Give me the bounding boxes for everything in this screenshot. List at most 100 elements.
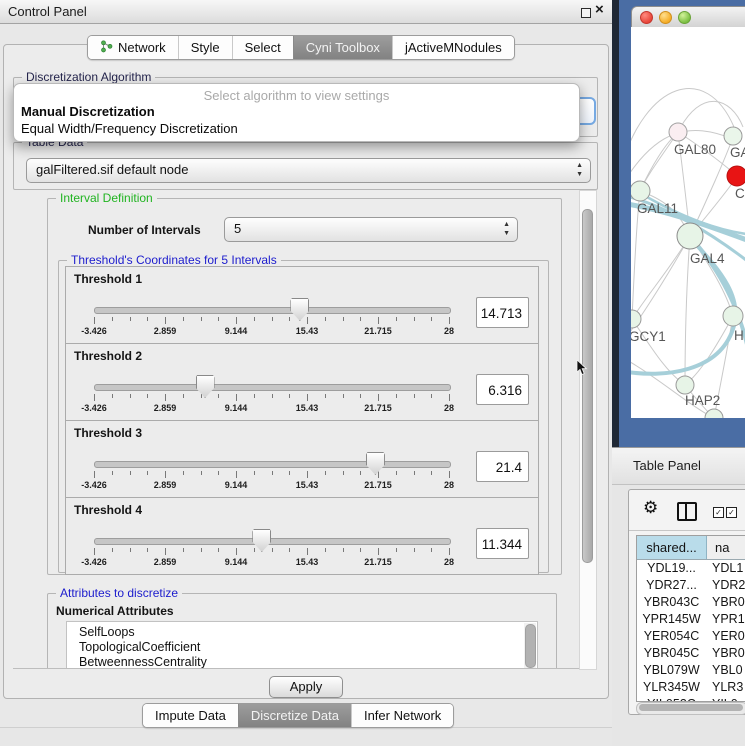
tick-label: 2.859 xyxy=(143,326,187,336)
network-node-gal11[interactable] xyxy=(631,181,650,201)
network-canvas[interactable]: GAL80GACGAL11GAL4GCY1HHAP2 xyxy=(631,27,745,418)
network-node-ga[interactable] xyxy=(724,127,742,145)
tab-style[interactable]: Style xyxy=(178,36,232,59)
tick xyxy=(236,471,237,478)
node-attribute-table[interactable]: shared... na YDL19...YDL1YDR27...YDR2YBR… xyxy=(636,535,745,702)
table-row[interactable]: YBL079WYBL0 xyxy=(637,662,745,679)
numerical-attributes-list[interactable]: SelfLoopsTopologicalCoefficientBetweenne… xyxy=(66,621,538,669)
threshold-value-field[interactable]: 11.344 xyxy=(476,528,529,559)
control-panel-titlebar: Control Panel × xyxy=(0,0,612,24)
tab-label: Style xyxy=(191,40,220,55)
attributes-list-scrollbar[interactable] xyxy=(524,623,536,669)
panel-divider[interactable] xyxy=(612,0,619,447)
checkbox-icon[interactable]: ✓ xyxy=(726,507,737,518)
slider-track[interactable] xyxy=(94,461,451,468)
table-row[interactable]: YBR043CYBR0 xyxy=(637,594,745,611)
threshold-value-field[interactable]: 6.316 xyxy=(476,374,529,405)
slider-track[interactable] xyxy=(94,538,451,545)
number-of-intervals-combobox[interactable]: 5 ▲▼ xyxy=(224,217,518,242)
slider-thumb[interactable] xyxy=(366,452,385,475)
network-node[interactable] xyxy=(705,409,723,418)
cell-shared-name[interactable]: YDL19... xyxy=(637,560,706,577)
tick xyxy=(165,548,166,555)
threshold-value-field[interactable]: 14.713 xyxy=(476,297,529,328)
tick xyxy=(307,317,308,324)
cell-shared-name[interactable]: YBR045C xyxy=(637,645,706,662)
panel-scrollbar-thumb[interactable] xyxy=(582,209,593,563)
table-row[interactable]: YBR045CYBR0 xyxy=(637,645,745,662)
tick xyxy=(147,394,148,398)
cell-name[interactable]: YDL1 xyxy=(706,560,745,577)
tab-network[interactable]: Network xyxy=(88,36,178,59)
column-header-shared-name[interactable]: shared... xyxy=(637,536,707,559)
network-node-gcy1[interactable] xyxy=(631,310,641,328)
network-node-c[interactable] xyxy=(727,166,745,186)
cell-shared-name[interactable]: YDR27... xyxy=(637,577,706,594)
tick-label: 21.715 xyxy=(356,480,400,490)
tab-jactivemnodules[interactable]: jActiveMNodules xyxy=(392,36,514,59)
cell-shared-name[interactable]: YPR145W xyxy=(637,611,706,628)
gear-icon[interactable]: ⚙ xyxy=(643,498,658,518)
network-node-gal80[interactable] xyxy=(669,123,687,141)
slider-track[interactable] xyxy=(94,384,451,391)
cell-shared-name[interactable]: YER054C xyxy=(637,628,706,645)
dropdown-option-equal-width-frequency-discretization[interactable]: Equal Width/Frequency Discretization xyxy=(17,121,242,136)
table-hscrollbar-thumb[interactable] xyxy=(639,704,743,711)
float-window-icon[interactable] xyxy=(581,8,591,18)
slider-track[interactable] xyxy=(94,307,451,314)
cell-shared-name[interactable]: YBR043C xyxy=(637,594,706,611)
tick xyxy=(360,394,361,398)
slider-thumb[interactable] xyxy=(252,529,271,552)
attributes-scrollbar-thumb[interactable] xyxy=(525,624,536,668)
tab-label: Discretize Data xyxy=(251,708,339,723)
checkbox-icon[interactable]: ✓ xyxy=(713,507,724,518)
tab-select[interactable]: Select xyxy=(232,36,293,59)
table-row[interactable]: YPR145WYPR1 xyxy=(637,611,745,628)
tick xyxy=(307,394,308,401)
zoom-window-button[interactable] xyxy=(678,11,691,24)
close-icon[interactable]: × xyxy=(595,1,604,18)
tab-discretize-data[interactable]: Discretize Data xyxy=(238,704,351,727)
list-item-selfloops[interactable]: SelfLoops xyxy=(67,625,537,640)
table-row[interactable]: YER054CYER0 xyxy=(637,628,745,645)
list-item-betweennesscentrality[interactable]: BetweennessCentrality xyxy=(67,655,537,669)
tick xyxy=(272,394,273,398)
close-window-button[interactable] xyxy=(640,11,653,24)
tick-label: 28 xyxy=(427,557,471,567)
split-column-icon[interactable] xyxy=(677,502,697,521)
threshold-value-field[interactable]: 21.4 xyxy=(476,451,529,482)
tab-cyni-toolbox[interactable]: Cyni Toolbox xyxy=(293,36,392,59)
tick xyxy=(201,548,202,552)
tick xyxy=(272,317,273,321)
network-node-h[interactable] xyxy=(723,306,743,326)
tab-label: Impute Data xyxy=(155,708,226,723)
table-row[interactable]: YLR345WYLR3 xyxy=(637,679,745,696)
tick-label: 15.43 xyxy=(285,480,329,490)
cell-name[interactable]: YER0 xyxy=(706,628,745,645)
tick xyxy=(236,548,237,555)
cell-name[interactable]: YBR0 xyxy=(706,594,745,611)
list-item-topologicalcoefficient[interactable]: TopologicalCoefficient xyxy=(67,640,537,655)
apply-button[interactable]: Apply xyxy=(269,676,343,698)
cell-name[interactable]: YPR1 xyxy=(706,611,745,628)
network-node-hap2[interactable] xyxy=(676,376,694,394)
table-data-combobox[interactable]: galFiltered.sif default node ▲▼ xyxy=(26,158,591,183)
minimize-window-button[interactable] xyxy=(659,11,672,24)
slider-thumb[interactable] xyxy=(196,375,215,398)
table-row[interactable]: YDR27...YDR2 xyxy=(637,577,745,594)
tab-infer-network[interactable]: Infer Network xyxy=(351,704,453,727)
network-node-gal4[interactable] xyxy=(677,223,703,249)
cell-shared-name[interactable]: YLR345W xyxy=(637,679,706,696)
tab-impute-data[interactable]: Impute Data xyxy=(143,704,238,727)
dropdown-option-manual-discretization[interactable]: Manual Discretization xyxy=(17,104,159,119)
table-row[interactable]: YDL19...YDL1 xyxy=(637,560,745,577)
cell-name[interactable]: YBR0 xyxy=(706,645,745,662)
cell-name[interactable]: YBL0 xyxy=(706,662,745,679)
cell-name[interactable]: YLR3 xyxy=(706,679,745,696)
cell-name[interactable]: YDR2 xyxy=(706,577,745,594)
table-horizontal-scrollbar[interactable] xyxy=(636,702,745,715)
cell-shared-name[interactable]: YBL079W xyxy=(637,662,706,679)
tick-label: 28 xyxy=(427,403,471,413)
panel-vertical-scrollbar[interactable] xyxy=(579,190,597,670)
column-header-name[interactable]: na xyxy=(707,536,745,559)
